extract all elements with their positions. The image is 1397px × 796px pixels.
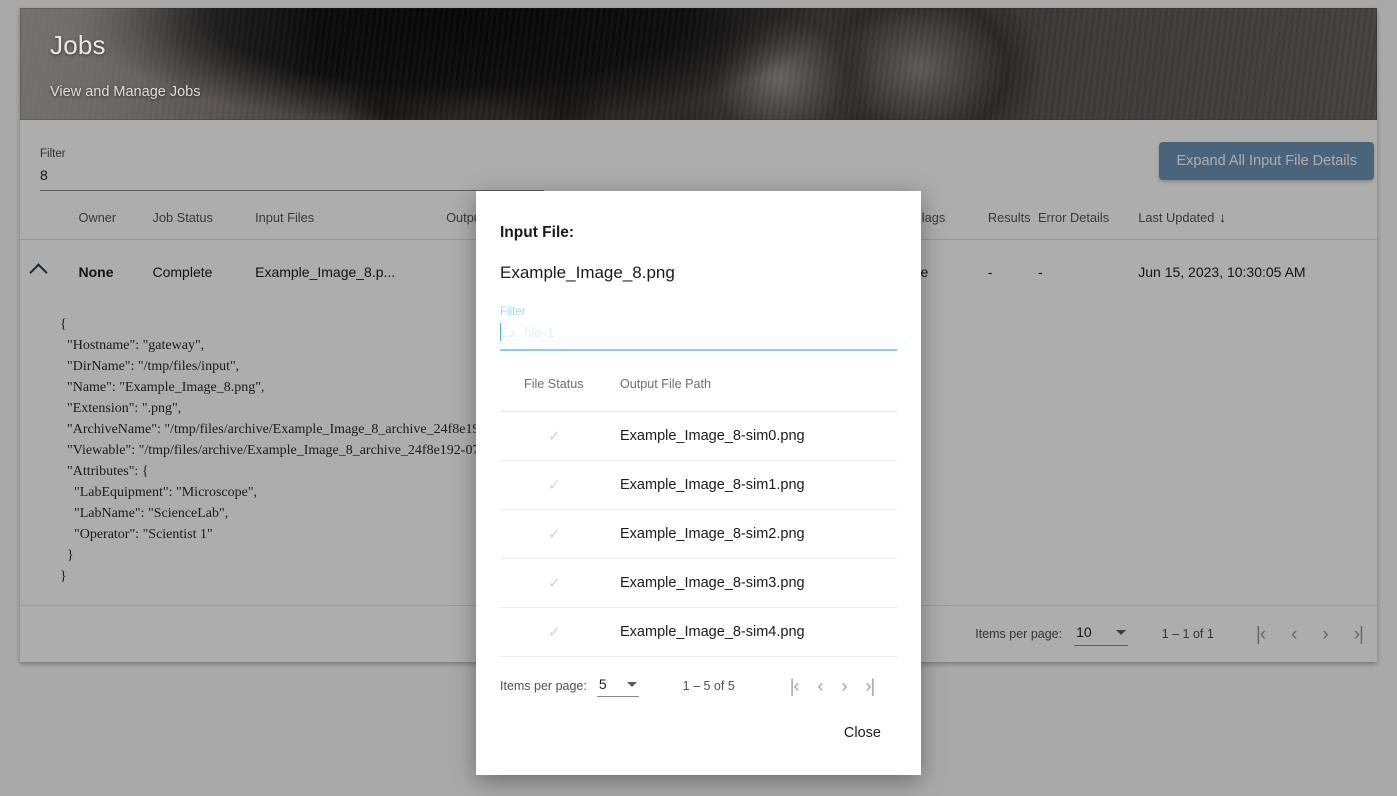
dialog-filter-placeholder: Ex. file-1 xyxy=(500,324,554,340)
cell-output-file-path: Example_Image_8-sim4.png xyxy=(620,608,897,657)
list-item[interactable]: ✓ Example_Image_8-sim3.png xyxy=(500,559,897,608)
output-files-table: File Status Output File Path ✓ Example_I… xyxy=(500,377,897,657)
next-page-icon[interactable]: › xyxy=(838,675,849,697)
check-icon: ✓ xyxy=(548,575,561,592)
th-output-file-path: Output File Path xyxy=(620,377,897,412)
output-table-header-row: File Status Output File Path xyxy=(500,377,897,412)
cell-file-status: ✓ xyxy=(500,461,620,510)
list-item[interactable]: ✓ Example_Image_8-sim2.png xyxy=(500,510,897,559)
page-title: Jobs xyxy=(50,30,200,61)
dialog-paginator: Items per page: 5 1 – 5 of 5 |‹ ‹ › ›| xyxy=(500,675,897,697)
cell-output-file-path: Example_Image_8-sim3.png xyxy=(620,559,897,608)
close-button[interactable]: Close xyxy=(828,715,897,751)
first-page-icon[interactable]: |‹ xyxy=(787,675,802,697)
dialog-items-per-page-value: 5 xyxy=(599,676,607,692)
list-item[interactable]: ✓ Example_Image_8-sim1.png xyxy=(500,461,897,510)
cell-output-file-path: Example_Image_8-sim2.png xyxy=(620,510,897,559)
check-icon: ✓ xyxy=(548,624,561,641)
last-page-icon[interactable]: ›| xyxy=(862,675,877,697)
dialog-pagination-buttons: |‹ ‹ › ›| xyxy=(787,675,877,697)
cell-output-file-path: Example_Image_8-sim1.png xyxy=(620,461,897,510)
check-icon: ✓ xyxy=(548,526,561,543)
dialog-filter-input[interactable]: Ex. file-1 xyxy=(500,324,897,351)
text-cursor xyxy=(500,323,501,341)
cell-file-status: ✓ xyxy=(500,559,620,608)
list-item[interactable]: ✓ Example_Image_8-sim0.png xyxy=(500,412,897,461)
cell-file-status: ✓ xyxy=(500,510,620,559)
cell-output-file-path: Example_Image_8-sim0.png xyxy=(620,412,897,461)
cell-file-status: ✓ xyxy=(500,412,620,461)
check-icon: ✓ xyxy=(548,428,561,445)
banner-text-block: Jobs View and Manage Jobs xyxy=(50,30,200,100)
th-file-status: File Status xyxy=(500,377,620,412)
previous-page-icon[interactable]: ‹ xyxy=(814,675,825,697)
output-table-body: ✓ Example_Image_8-sim0.png ✓ Example_Ima… xyxy=(500,412,897,657)
page-subtitle: View and Manage Jobs xyxy=(50,84,200,100)
dialog-items-per-page-label: Items per page: xyxy=(500,679,587,693)
dialog-title: Input File: xyxy=(500,224,897,242)
dialog-footer: Close xyxy=(500,715,897,751)
cell-file-status: ✓ xyxy=(500,608,620,657)
dialog-page-range: 1 – 5 of 5 xyxy=(683,679,735,693)
dialog-filter-label: Filter xyxy=(500,306,897,318)
check-icon: ✓ xyxy=(548,477,561,494)
list-item[interactable]: ✓ Example_Image_8-sim4.png xyxy=(500,608,897,657)
dialog-filename: Example_Image_8.png xyxy=(500,263,897,283)
dialog-items-per-page-select[interactable]: 5 xyxy=(597,675,639,697)
dialog-filter-field[interactable]: Filter Ex. file-1 xyxy=(500,306,897,351)
input-file-dialog: Input File: Example_Image_8.png Filter E… xyxy=(476,191,921,775)
chevron-down-icon xyxy=(627,682,637,687)
